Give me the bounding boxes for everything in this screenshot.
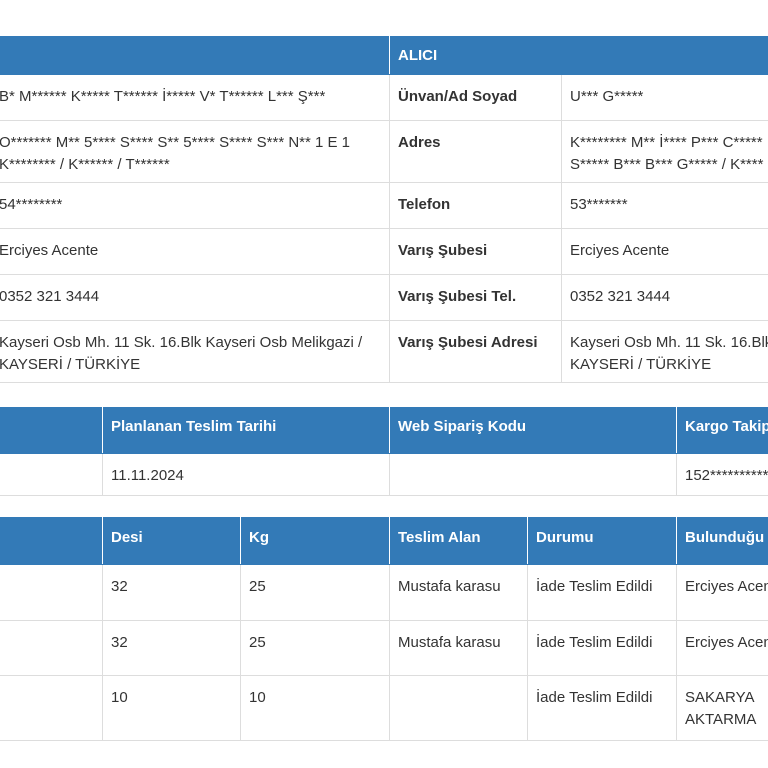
piece-desi: 32 bbox=[102, 620, 241, 676]
table-row: 11.11.2024 152********** bbox=[0, 453, 768, 496]
location-header: Bulunduğu bbox=[676, 517, 768, 565]
shipment-header-empty bbox=[0, 407, 103, 454]
receiver-phone-label: Telefon bbox=[389, 182, 562, 229]
table-row: 32 25 Mustafa karasu İade Teslim Edildi … bbox=[0, 620, 768, 676]
sender-address-line2: K******** / K****** / T****** bbox=[0, 156, 170, 173]
arrival-branch: Erciyes Acente bbox=[560, 228, 768, 275]
table-row: 10 10 İade Teslim Edildi SAKARYA AKTARMA bbox=[0, 675, 768, 741]
piece-kg: 25 bbox=[240, 620, 390, 676]
table-header-row: Planlanan Teslim Tarihi Web Sipariş Kodu… bbox=[0, 407, 768, 454]
piece-status: İade Teslim Edildi bbox=[527, 675, 677, 741]
web-order-code bbox=[389, 453, 677, 496]
arrival-branch-address: Kayseri Osb Mh. 11 Sk. 16.Blk KAYSERİ / … bbox=[560, 320, 768, 383]
pieces-header-empty bbox=[0, 517, 103, 565]
piece-location-line1: Erciyes Acente bbox=[685, 634, 768, 651]
sender-phone: 54******** bbox=[0, 182, 390, 229]
receiver-address-line2: S***** B*** B*** G***** / K**** bbox=[570, 156, 764, 173]
sender-branch-address-line1: Kayseri Osb Mh. 11 Sk. 16.Blk Kayseri Os… bbox=[0, 334, 363, 351]
arrival-branch-address-line2: KAYSERİ / TÜRKİYE bbox=[570, 356, 712, 373]
arrival-branch-label: Varış Şubesi bbox=[389, 228, 562, 275]
sender-header bbox=[0, 36, 390, 75]
sender-branch-address: Kayseri Osb Mh. 11 Sk. 16.Blk Kayseri Os… bbox=[0, 320, 390, 383]
shipment-empty-cell bbox=[0, 453, 103, 496]
piece-received-by: Mustafa karasu bbox=[389, 564, 528, 621]
piece-received-by: Mustafa karasu bbox=[389, 620, 528, 676]
sender-name: B* M****** K***** T****** İ***** V* T***… bbox=[0, 74, 390, 121]
table-row: 32 25 Mustafa karasu İade Teslim Edildi … bbox=[0, 564, 768, 621]
table-row: 0352 321 3444 Varış Şubesi Tel. 0352 321… bbox=[0, 274, 768, 321]
table-header-row: ALICI bbox=[0, 36, 768, 75]
table-row: O******* M** 5**** S**** S** 5**** S****… bbox=[0, 120, 768, 183]
sender-receiver-table: ALICI B* M****** K***** T****** İ***** V… bbox=[0, 36, 768, 383]
piece-status: İade Teslim Edildi bbox=[527, 620, 677, 676]
arrival-branch-address-label: Varış Şubesi Adresi bbox=[389, 320, 562, 383]
sender-branch-address-line2: KAYSERİ / TÜRKİYE bbox=[0, 356, 141, 373]
desi-header: Desi bbox=[102, 517, 241, 565]
receiver-name-label: Ünvan/Ad Soyad bbox=[389, 74, 562, 121]
piece-kg: 25 bbox=[240, 564, 390, 621]
receiver-address: K******** M** İ**** P*** C***** S***** B… bbox=[560, 120, 768, 183]
arrival-branch-phone-label: Varış Şubesi Tel. bbox=[389, 274, 562, 321]
status-header: Durumu bbox=[527, 517, 677, 565]
received-by-header: Teslim Alan bbox=[389, 517, 528, 565]
piece-location-line2: AKTARMA bbox=[685, 711, 757, 728]
pieces-table: Desi Kg Teslim Alan Durumu Bulunduğu 32 … bbox=[0, 517, 768, 741]
arrival-branch-phone: 0352 321 3444 bbox=[560, 274, 768, 321]
piece-received-by bbox=[389, 675, 528, 741]
tracking-number: 152********** bbox=[676, 453, 768, 496]
table-row: 54******** Telefon 53******* bbox=[0, 182, 768, 229]
receiver-header: ALICI bbox=[388, 36, 768, 75]
sender-branch-phone: 0352 321 3444 bbox=[0, 274, 390, 321]
sender-branch: Erciyes Acente bbox=[0, 228, 390, 275]
planned-delivery-date: 11.11.2024 bbox=[102, 453, 390, 496]
receiver-address-line1: K******** M** İ**** P*** C***** bbox=[570, 134, 763, 151]
piece-status: İade Teslim Edildi bbox=[527, 564, 677, 621]
planned-delivery-header: Planlanan Teslim Tarihi bbox=[102, 407, 390, 454]
receiver-name: U*** G***** bbox=[560, 74, 768, 121]
tracking-header: Kargo Takip bbox=[676, 407, 768, 454]
table-row: B* M****** K***** T****** İ***** V* T***… bbox=[0, 74, 768, 121]
piece-location-line1: SAKARYA bbox=[685, 689, 755, 706]
piece-empty-cell bbox=[0, 564, 103, 621]
sender-address: O******* M** 5**** S**** S** 5**** S****… bbox=[0, 120, 390, 183]
shipment-detail-page: ALICI B* M****** K***** T****** İ***** V… bbox=[0, 0, 768, 768]
shipment-info-table: Planlanan Teslim Tarihi Web Sipariş Kodu… bbox=[0, 407, 768, 496]
piece-location: Erciyes Acente bbox=[676, 620, 768, 676]
piece-location: Erciyes Acente bbox=[676, 564, 768, 621]
sender-address-line1: O******* M** 5**** S**** S** 5**** S****… bbox=[0, 134, 351, 151]
table-header-row: Desi Kg Teslim Alan Durumu Bulunduğu bbox=[0, 517, 768, 565]
arrival-branch-address-line1: Kayseri Osb Mh. 11 Sk. 16.Blk bbox=[570, 334, 768, 351]
piece-desi: 10 bbox=[102, 675, 241, 741]
piece-empty-cell bbox=[0, 620, 103, 676]
piece-desi: 32 bbox=[102, 564, 241, 621]
receiver-phone: 53******* bbox=[560, 182, 768, 229]
table-row: Kayseri Osb Mh. 11 Sk. 16.Blk Kayseri Os… bbox=[0, 320, 768, 383]
table-row: Erciyes Acente Varış Şubesi Erciyes Acen… bbox=[0, 228, 768, 275]
piece-empty-cell bbox=[0, 675, 103, 741]
piece-kg: 10 bbox=[240, 675, 390, 741]
kg-header: Kg bbox=[240, 517, 390, 565]
piece-location-line1: Erciyes Acente bbox=[685, 578, 768, 595]
receiver-address-label: Adres bbox=[389, 120, 562, 183]
web-order-code-header: Web Sipariş Kodu bbox=[389, 407, 677, 454]
piece-location: SAKARYA AKTARMA bbox=[676, 675, 768, 741]
